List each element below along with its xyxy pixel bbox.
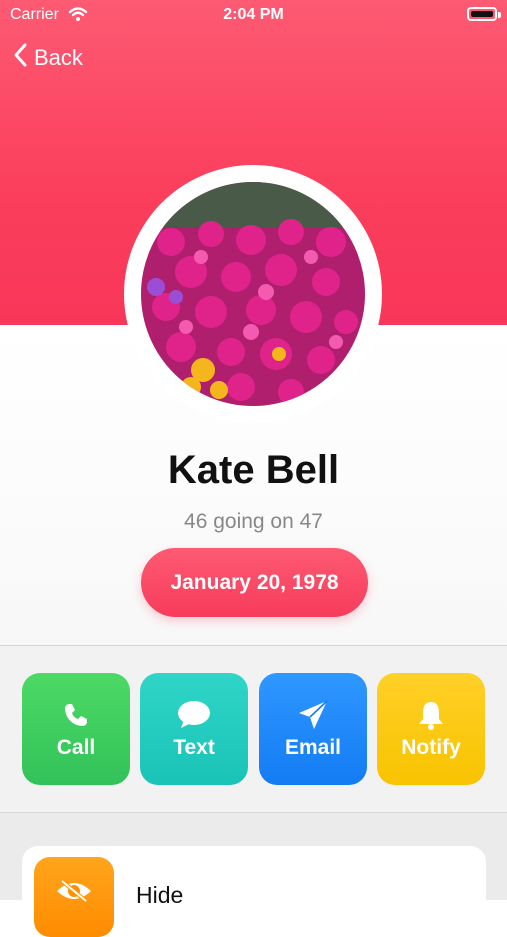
age-text: 46 going on 47 bbox=[184, 510, 323, 533]
text-button[interactable]: Text bbox=[140, 673, 248, 785]
hide-label: Hide bbox=[136, 882, 184, 908]
avatar bbox=[141, 182, 365, 406]
email-button[interactable]: Email bbox=[259, 673, 367, 785]
contact-name: Kate Bell bbox=[167, 448, 340, 492]
status-bar: Carrier 2:04 PM bbox=[0, 0, 507, 30]
back-button[interactable]: Back bbox=[12, 42, 83, 73]
bell-icon bbox=[416, 698, 446, 732]
message-icon bbox=[177, 698, 211, 732]
eye-slash-icon bbox=[34, 857, 114, 937]
phone-icon bbox=[62, 698, 90, 732]
battery-icon bbox=[467, 7, 497, 21]
clock: 2:04 PM bbox=[223, 6, 284, 23]
notify-button[interactable]: Notify bbox=[377, 673, 485, 785]
chevron-left-icon bbox=[12, 42, 28, 73]
birthday-label: January 20, 1978 bbox=[170, 570, 339, 594]
call-button[interactable]: Call bbox=[22, 673, 130, 785]
paper-plane-icon bbox=[297, 698, 329, 732]
email-label: Email bbox=[284, 736, 342, 759]
text-label: Text bbox=[173, 736, 215, 759]
notify-label: Notify bbox=[401, 736, 461, 759]
birthday-pill[interactable]: January 20, 1978 bbox=[141, 548, 368, 617]
call-label: Call bbox=[56, 736, 96, 759]
back-label: Back bbox=[34, 44, 83, 70]
battery-tip bbox=[498, 12, 501, 18]
hide-option-row[interactable]: Hide bbox=[22, 846, 486, 937]
